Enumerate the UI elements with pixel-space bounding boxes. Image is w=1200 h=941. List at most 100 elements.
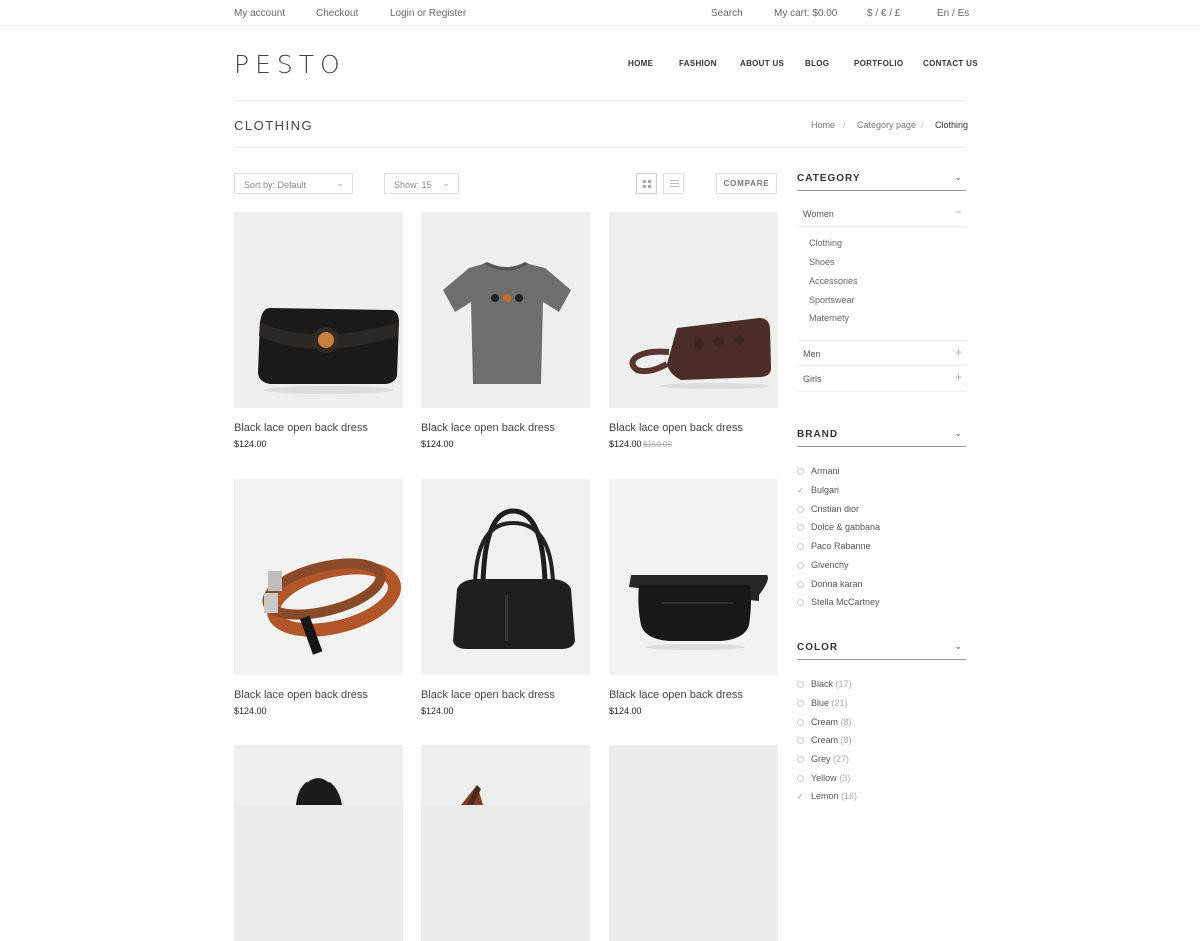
language-switcher[interactable]: En / Es bbox=[937, 8, 969, 19]
breadcrumb-home[interactable]: Home bbox=[811, 120, 835, 130]
compare-button[interactable]: COMPARE bbox=[716, 173, 777, 194]
brand-option[interactable]: ✓ Bulgari bbox=[797, 485, 839, 495]
grid-view-button[interactable] bbox=[636, 173, 657, 194]
color-option[interactable]: Cream (8) bbox=[797, 735, 852, 745]
product-image-leather-luggage-tag[interactable] bbox=[609, 212, 778, 408]
breadcrumb-current: Clothing bbox=[935, 120, 969, 130]
search-link[interactable]: Search bbox=[711, 8, 743, 19]
color-count: (21) bbox=[831, 698, 848, 708]
collapse-icon[interactable]: − bbox=[955, 205, 962, 219]
expand-icon[interactable]: + bbox=[955, 370, 962, 384]
nav-blog[interactable]: BLOG bbox=[805, 59, 829, 68]
product-image[interactable] bbox=[234, 745, 403, 941]
category-filter-title: CATEGORY bbox=[797, 173, 861, 184]
product-name[interactable]: Black lace open back dress bbox=[609, 422, 743, 434]
radio-icon bbox=[797, 543, 804, 550]
nav-contact-us[interactable]: CONTACT US bbox=[923, 59, 978, 68]
brand-option[interactable]: Dolce & gabbana bbox=[797, 522, 880, 532]
product-price: $124.00 bbox=[234, 706, 267, 716]
category-group-men[interactable]: Men + bbox=[797, 340, 966, 366]
color-option[interactable]: Cream (8) bbox=[797, 717, 852, 727]
breadcrumb-separator: / bbox=[921, 120, 924, 130]
product-name[interactable]: Black lace open back dress bbox=[609, 689, 743, 701]
breadcrumb-separator: / bbox=[843, 120, 846, 130]
radio-icon bbox=[797, 737, 804, 744]
product-price: $124.00 bbox=[234, 439, 267, 449]
brand-option[interactable]: Cristian dior bbox=[797, 504, 859, 514]
product-price: $124.00 bbox=[609, 706, 642, 716]
site-logo[interactable]: PESTO bbox=[234, 50, 346, 79]
product-image-black-clutch[interactable] bbox=[234, 212, 403, 408]
category-item-maternety[interactable]: Maternety bbox=[809, 313, 849, 323]
product-name[interactable]: Black lace open back dress bbox=[234, 689, 368, 701]
product-name[interactable]: Black lace open back dress bbox=[234, 422, 368, 434]
product-image-leather-belts[interactable] bbox=[234, 479, 403, 675]
top-bar: My account Checkout Login or Register Se… bbox=[0, 0, 1200, 26]
product-image[interactable] bbox=[421, 745, 590, 941]
color-label: Black bbox=[811, 679, 834, 689]
category-group-women[interactable]: Women − bbox=[797, 201, 966, 227]
show-select[interactable]: Show: 15 ⌄ bbox=[384, 173, 459, 194]
list-view-button[interactable] bbox=[663, 173, 684, 194]
sort-select[interactable]: Sort by: Default ⌄ bbox=[234, 173, 353, 194]
color-label: Cream bbox=[811, 735, 839, 745]
color-option[interactable]: Blue (21) bbox=[797, 698, 848, 708]
category-group-girls[interactable]: Girls + bbox=[797, 366, 966, 392]
chevron-down-icon[interactable]: ⌄ bbox=[954, 428, 962, 439]
chevron-down-icon[interactable]: ⌄ bbox=[954, 641, 962, 652]
product-image[interactable] bbox=[609, 745, 778, 941]
color-filter-header[interactable]: COLOR ⌄ bbox=[797, 640, 966, 660]
brand-option[interactable]: Donna karan bbox=[797, 579, 863, 589]
product-image-black-waist-bag[interactable] bbox=[609, 479, 778, 675]
page-title: CLOTHING bbox=[234, 118, 314, 133]
brand-label: Dolce & gabbana bbox=[811, 522, 881, 532]
color-option[interactable]: Black (17) bbox=[797, 679, 852, 689]
chevron-down-icon: ⌄ bbox=[336, 178, 344, 188]
expand-icon[interactable]: + bbox=[955, 345, 962, 359]
product-image-grey-tshirt[interactable] bbox=[421, 212, 590, 408]
breadcrumb-category-page[interactable]: Category page bbox=[857, 120, 916, 130]
product-old-price: $150.00 bbox=[643, 440, 672, 449]
category-item-accessories[interactable]: Accessories bbox=[809, 276, 858, 286]
color-count: (8) bbox=[840, 717, 852, 727]
nav-portfolio[interactable]: PORTFOLIO bbox=[854, 59, 903, 68]
nav-about-us[interactable]: ABOUT US bbox=[740, 59, 784, 68]
color-option[interactable]: Yellow (3) bbox=[797, 773, 850, 783]
category-item-sportswear[interactable]: Sportswear bbox=[809, 295, 855, 305]
brand-option[interactable]: Paco Rabanne bbox=[797, 541, 871, 551]
nav-fashion[interactable]: FASHION bbox=[679, 59, 717, 68]
product-name[interactable]: Black lace open back dress bbox=[421, 689, 555, 701]
product-price: $124.00 bbox=[421, 439, 454, 449]
radio-icon bbox=[797, 719, 804, 726]
brand-option[interactable]: Armani bbox=[797, 466, 840, 476]
nav-home[interactable]: HOME bbox=[628, 59, 653, 68]
brand-option[interactable]: Stella McCartney bbox=[797, 597, 880, 607]
chevron-down-icon: ⌄ bbox=[442, 178, 450, 188]
color-count: (8) bbox=[840, 735, 852, 745]
brand-option[interactable]: Givenchy bbox=[797, 560, 849, 570]
category-item-clothing[interactable]: Clothing bbox=[809, 238, 842, 248]
currency-switcher[interactable]: $ / € / £ bbox=[867, 8, 900, 19]
radio-icon bbox=[797, 599, 804, 606]
brand-filter-header[interactable]: BRAND ⌄ bbox=[797, 427, 966, 447]
chevron-down-icon[interactable]: ⌄ bbox=[954, 172, 962, 183]
color-label: Yellow bbox=[811, 773, 837, 783]
product-name[interactable]: Black lace open back dress bbox=[421, 422, 555, 434]
radio-icon bbox=[797, 700, 804, 707]
radio-icon bbox=[797, 681, 804, 688]
product-image-black-handbag[interactable] bbox=[421, 479, 590, 675]
brand-label: Stella McCartney bbox=[811, 597, 880, 607]
product-price: $124.00 bbox=[609, 439, 642, 449]
radio-icon bbox=[797, 562, 804, 569]
check-icon: ✓ bbox=[797, 486, 804, 495]
my-account-link[interactable]: My account bbox=[234, 8, 285, 19]
color-option[interactable]: Grey (27) bbox=[797, 754, 849, 764]
category-item-shoes[interactable]: Shoes bbox=[809, 257, 835, 267]
checkout-link[interactable]: Checkout bbox=[316, 8, 358, 19]
category-filter-header[interactable]: CATEGORY ⌄ bbox=[797, 171, 966, 191]
brand-label: Bulgari bbox=[811, 485, 840, 495]
login-register-link[interactable]: Login or Register bbox=[390, 8, 466, 19]
cart-link[interactable]: My cart: $0.00 bbox=[774, 8, 837, 19]
radio-icon bbox=[797, 775, 804, 782]
divider bbox=[234, 147, 966, 148]
